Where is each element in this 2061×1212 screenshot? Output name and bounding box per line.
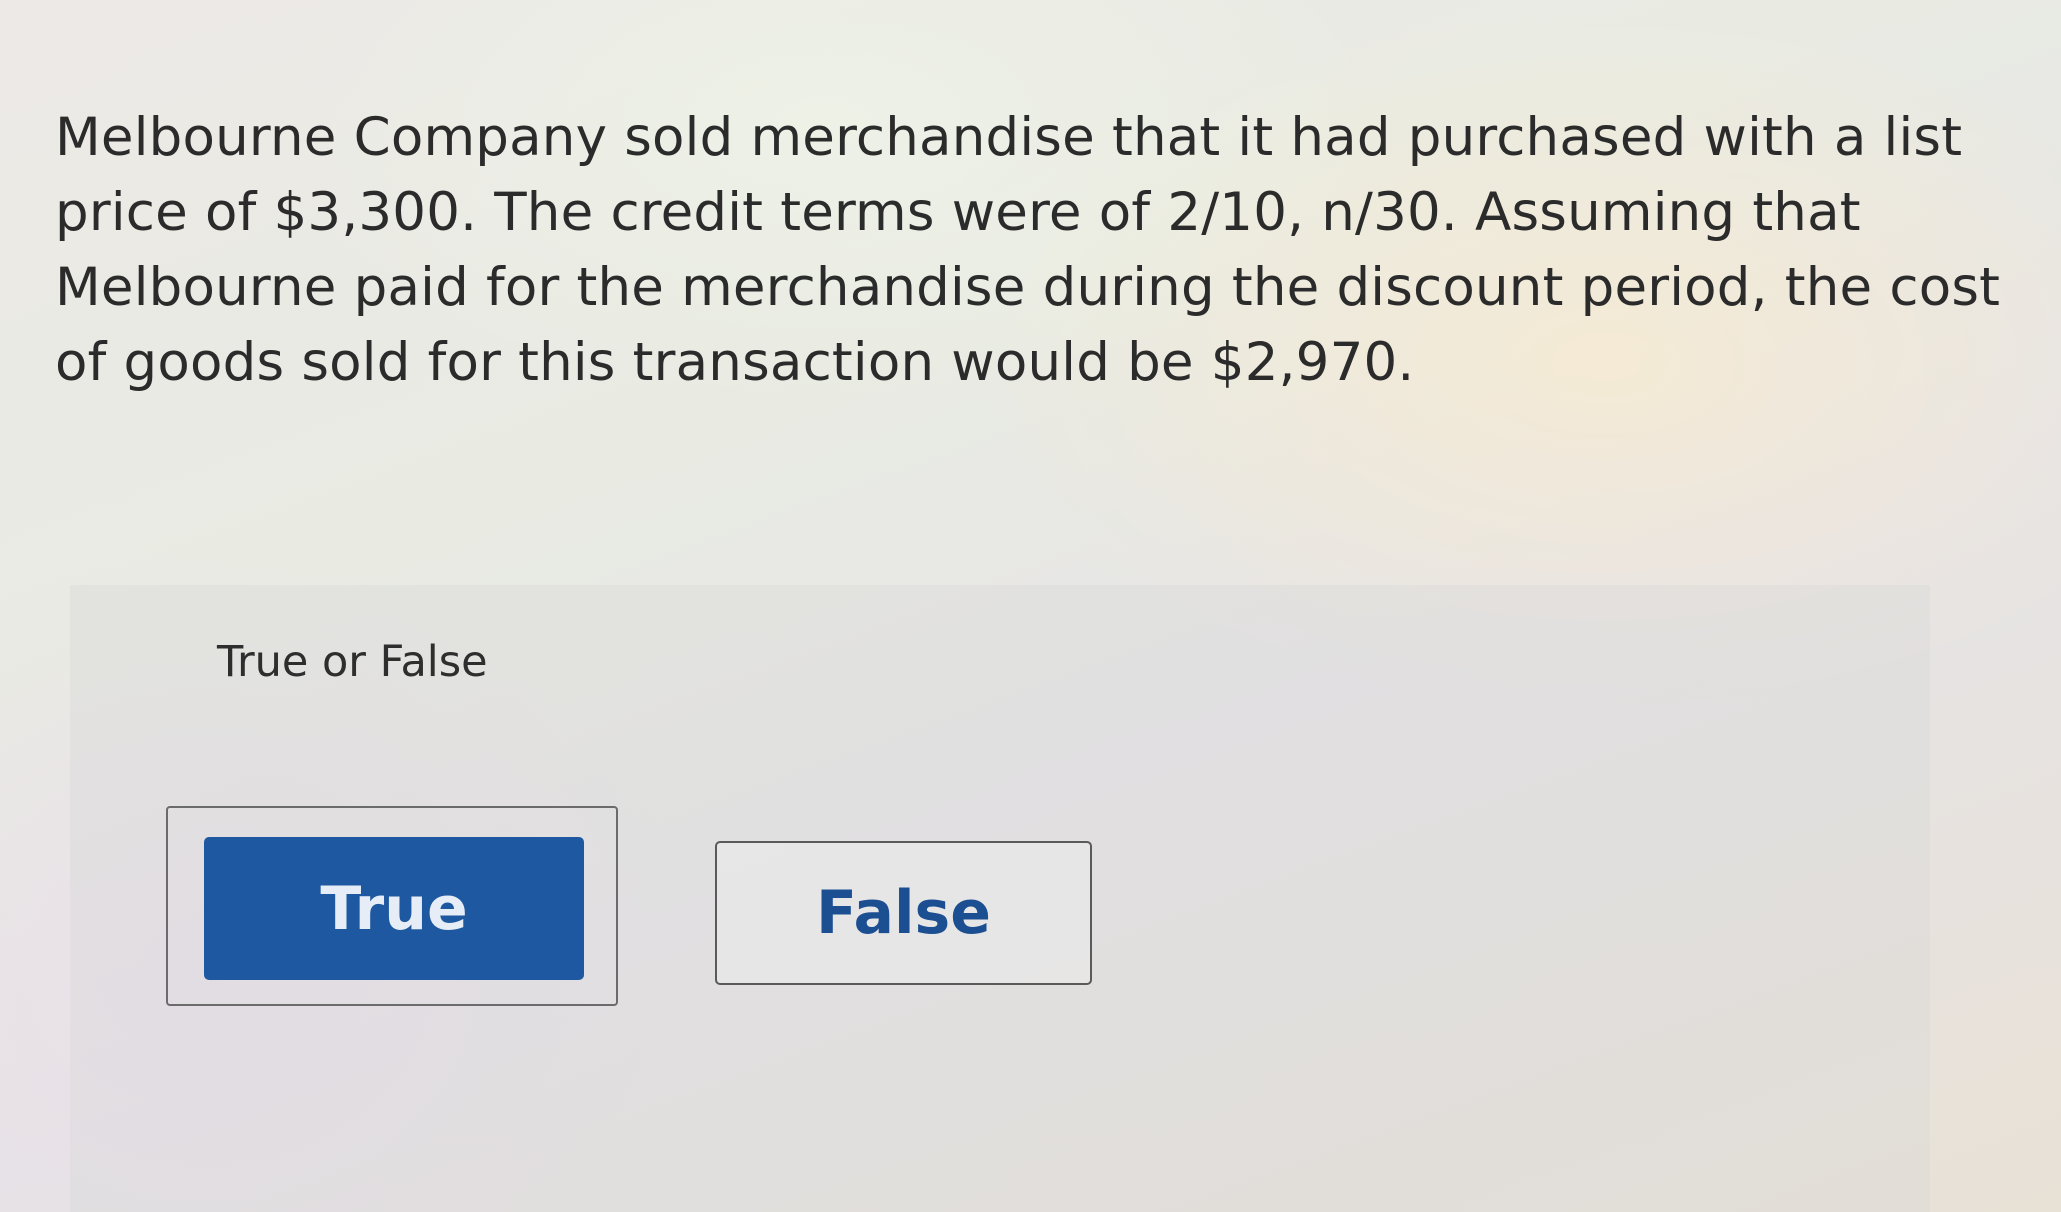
true-button[interactable]: True — [204, 837, 584, 980]
true-option-selected-frame: True — [166, 806, 618, 1006]
true-false-prompt: True or False — [217, 637, 488, 687]
question-text: Melbourne Company sold merchandise that … — [55, 107, 2001, 393]
false-button[interactable]: False — [715, 841, 1092, 985]
answer-panel: True or False True False — [70, 585, 1930, 1212]
